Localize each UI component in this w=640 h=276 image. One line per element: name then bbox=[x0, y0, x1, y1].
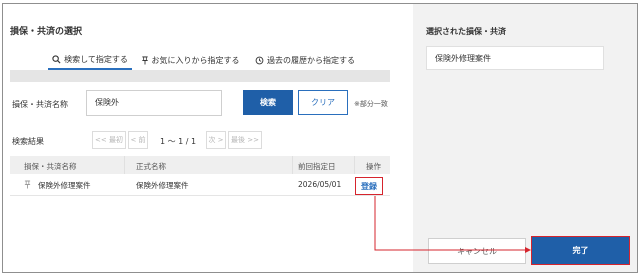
search-button[interactable]: 検索 bbox=[243, 90, 293, 115]
search-icon bbox=[52, 54, 61, 64]
tab-search[interactable]: 検索して指定する bbox=[48, 50, 132, 70]
done-button[interactable]: 完了 bbox=[531, 236, 630, 265]
search-field-label: 損保・共済名称 bbox=[12, 100, 68, 109]
search-input[interactable]: 保険外 bbox=[86, 90, 222, 116]
selected-panel bbox=[413, 4, 637, 272]
tab-bar: 検索して指定する お気に入りから指定する 過去の履歴から指定する bbox=[48, 50, 362, 70]
tab-favorites-label: お気に入りから指定する bbox=[151, 55, 240, 65]
pin-icon bbox=[141, 55, 149, 65]
pager-info: 1 〜 1 / 1 bbox=[160, 137, 197, 146]
cancel-button[interactable]: キャンセル bbox=[428, 238, 526, 264]
row-official-name: 保険外修理案件 bbox=[136, 181, 189, 190]
tab-history[interactable]: 過去の履歴から指定する bbox=[250, 50, 360, 70]
tab-search-label: 検索して指定する bbox=[64, 54, 128, 64]
table-row: 保険外修理案件 保険外修理案件 2026/05/01 bbox=[10, 174, 390, 196]
column-header-official: 正式名称 bbox=[136, 162, 166, 171]
history-icon bbox=[255, 56, 264, 65]
tab-history-label: 過去の履歴から指定する bbox=[267, 55, 355, 65]
register-button[interactable]: 登録 bbox=[355, 177, 383, 195]
tab-favorites[interactable]: お気に入りから指定する bbox=[134, 50, 246, 70]
results-label: 検索結果 bbox=[12, 137, 44, 146]
clear-button[interactable]: クリア bbox=[298, 90, 348, 115]
pager-next-button[interactable]: 次 > bbox=[206, 131, 226, 149]
column-header-name: 損保・共済名称 bbox=[24, 162, 77, 171]
tab-content-strip bbox=[10, 70, 390, 82]
column-header-date: 前回指定日 bbox=[298, 162, 336, 171]
pager-first-button[interactable]: << 最初 bbox=[92, 131, 126, 149]
pager-prev-button[interactable]: < 前 bbox=[128, 131, 148, 149]
row-last-date: 2026/05/01 bbox=[298, 180, 342, 189]
selected-title: 選択された損保・共済 bbox=[426, 27, 506, 36]
pager-last-button[interactable]: 最後 >> bbox=[228, 131, 262, 149]
partial-match-note: ※部分一致 bbox=[354, 100, 388, 108]
pin-icon[interactable] bbox=[24, 180, 31, 189]
results-table-header: 損保・共済名称 正式名称 前回指定日 操作 bbox=[10, 156, 390, 196]
dialog-title: 損保・共済の選択 bbox=[10, 27, 83, 37]
row-name: 保険外修理案件 bbox=[38, 181, 91, 190]
column-header-action: 操作 bbox=[366, 162, 381, 171]
selected-value: 保険外修理案件 bbox=[426, 46, 604, 70]
